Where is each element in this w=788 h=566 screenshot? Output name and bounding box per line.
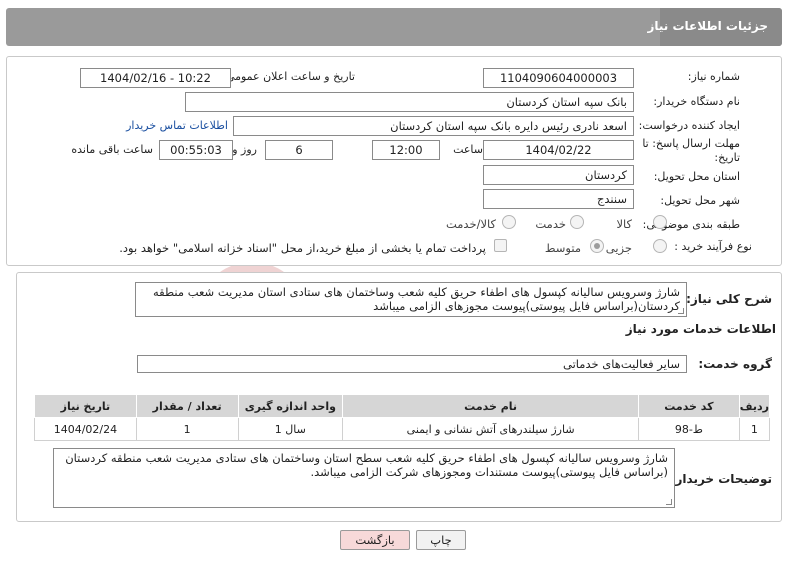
buyer-org-label: نام دستگاه خریدار: [653,95,740,108]
print-button[interactable]: چاپ [416,530,466,550]
resize-handle-icon[interactable] [678,308,684,314]
buyer-notes-text: شارژ وسرویس سالیانه کپسول های اطفاء حریق… [65,451,668,479]
table-header-row: تاریخ نیاز تعداد / مقدار واحد اندازه گیر… [34,394,771,418]
col-unit: واحد اندازه گیری [237,394,344,418]
summary-text: شارژ وسرویس سالیانه کپسول های اطفاء حریق… [153,285,680,313]
deadline-label: مهلت ارسال پاسخ: تا [642,137,740,150]
cell-date: 1404/02/24 [34,417,137,441]
buyer-contact-link[interactable]: اطلاعات تماس خریدار [126,119,228,132]
announce-date-field: 1404/02/16 - 10:22 [80,68,231,88]
treasury-payment-note: پرداخت تمام یا بخشی از مبلغ خرید،از محل … [119,241,486,255]
category-service-label: خدمت [535,217,566,231]
creator-label: ایجاد کننده درخواست: [638,119,740,132]
cell-code: ط-98 [638,417,740,441]
category-goods-label: کالا [616,217,632,231]
category-service-radio[interactable] [570,215,584,229]
category-goods-radio[interactable] [653,215,667,229]
process-type-label: نوع فرآیند خرید : [674,240,752,253]
process-medium-radio[interactable] [590,239,604,253]
treasury-payment-checkbox[interactable] [494,239,507,252]
col-date: تاریخ نیاز [34,394,137,418]
process-minor-radio[interactable] [653,239,667,253]
back-button[interactable]: بازگشت [340,530,410,550]
deadline-time-field: 12:00 [372,140,440,160]
creator-field: اسعد نادری رئیس دایره بانک سپه استان کرد… [233,116,634,136]
need-number-field: 1104090604000003 [483,68,634,88]
service-group-field: سایر فعالیت‌های خدماتی [137,355,687,373]
page-title: جزئیات اطلاعات نیاز [647,19,768,33]
remaining-time-field: 00:55:03 [159,140,233,160]
resize-handle-icon[interactable] [666,499,672,505]
deadline-label-date: تاریخ: [714,151,740,164]
remaining-label: ساعت باقی مانده [71,143,153,156]
process-medium-label: متوسط [544,241,581,255]
col-name: نام خدمت [342,394,640,418]
col-code: کد خدمت [638,394,740,418]
province-field: کردستان [483,165,634,185]
process-minor-label: جزیی [605,241,632,255]
col-qty: تعداد / مقدار [135,394,239,418]
announce-label: تاریخ و ساعت اعلان عمومی: [222,70,355,83]
cell-row: 1 [738,417,771,441]
city-label: شهر محل تحویل: [660,194,740,207]
table-row[interactable]: 1404/02/24 1 1 سال شارژ سیلندرهای آتش نش… [34,417,771,441]
buyer-notes-label: توضیحات خریدار: [670,472,772,486]
time-label: ساعت [453,143,483,156]
header-bar: جزئیات اطلاعات نیاز [6,8,782,46]
col-row: ردیف [738,394,771,418]
summary-textarea[interactable]: شارژ وسرویس سالیانه کپسول های اطفاء حریق… [135,282,687,317]
buyer-org-field: بانک سپه استان کردستان [185,92,634,112]
cell-name: شارژ سیلندرهای آتش نشانی و ایمنی [342,417,640,441]
buyer-notes-textarea[interactable]: شارژ وسرویس سالیانه کپسول های اطفاء حریق… [53,448,675,508]
days-field: 6 [265,140,333,160]
need-number-label: شماره نیاز: [687,70,740,83]
services-section-title: اطلاعات خدمات مورد نیاز [625,322,776,336]
cell-qty: 1 [135,417,239,441]
category-both-radio[interactable] [502,215,516,229]
summary-label: شرح کلی نیاز: [686,292,772,306]
days-label: روز و [232,143,257,156]
cell-unit: 1 سال [237,417,344,441]
city-field: سنندج [483,189,634,209]
services-table: تاریخ نیاز تعداد / مقدار واحد اندازه گیر… [34,394,771,441]
category-both-label: کالا/خدمت [445,217,496,231]
province-label: استان محل تحویل: [653,170,740,183]
service-group-label: گروه خدمت: [698,357,772,371]
deadline-date-field: 1404/02/22 [483,140,634,160]
